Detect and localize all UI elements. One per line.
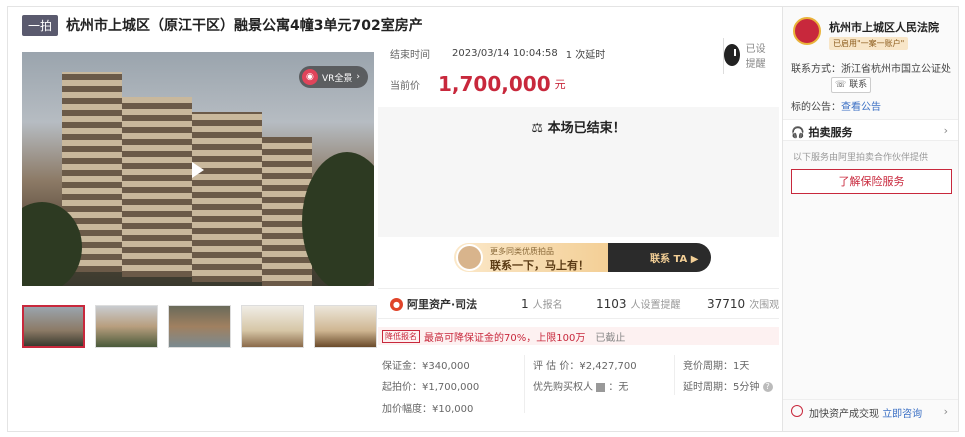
priority-label: 优先购买权人 bbox=[533, 382, 593, 393]
discount-tag: 降低报名 bbox=[382, 329, 420, 343]
chevron-right-icon: › bbox=[943, 405, 948, 418]
end-time-value: 2023/03/14 10:04:58 bbox=[452, 48, 558, 59]
contact-ta-label: 联系 TA bbox=[650, 254, 688, 265]
thumbnail-5[interactable] bbox=[314, 305, 377, 348]
contact-value: 浙江省杭州市国立公证处 bbox=[841, 64, 951, 75]
service-note: 以下服务由阿里拍卖合作伙伴提供 bbox=[793, 153, 929, 163]
thumbnail-strip bbox=[22, 305, 377, 348]
vr-button[interactable]: ◉ VR全景 › bbox=[298, 66, 368, 88]
remind-button[interactable]: 已设提醒 bbox=[724, 40, 774, 70]
remind-stat: 1103 人设置提醒 bbox=[596, 296, 681, 311]
alarm-clock-icon bbox=[724, 44, 740, 66]
contact-info: 联系方式：浙江省杭州市国立公证处 ☏ 联系 bbox=[791, 63, 955, 93]
contact-banner[interactable]: 更多同类优质拍品 联系一下，马上有！ 联系 TA ▶ bbox=[454, 243, 711, 272]
bid-increment: 加价幅度：¥10,000 bbox=[382, 404, 474, 415]
avatar bbox=[456, 244, 483, 271]
court-badge: 已启用"一案一账户" bbox=[829, 37, 909, 50]
view-stat: 37710 次围观 bbox=[707, 296, 779, 311]
end-time-row: 结束时间 2023/03/14 10:04:58 1 次延时 bbox=[390, 46, 605, 61]
consult-link[interactable]: 立即咨询 bbox=[882, 409, 922, 420]
banner-line1: 更多同类优质拍品 bbox=[490, 247, 554, 256]
gavel-icon: ⚖ bbox=[531, 121, 544, 136]
service-title-text: 拍卖服务 bbox=[808, 126, 853, 139]
notice-row: 标的公告：查看公告 bbox=[791, 98, 881, 113]
start-price: 起拍价：¥1,700,000 bbox=[382, 382, 480, 393]
auction-ended-panel: ⚖ 本场已结束！ bbox=[378, 107, 779, 237]
court-emblem-icon bbox=[793, 17, 821, 45]
price-row: 当前价 1,700,000 元 bbox=[390, 72, 566, 96]
bid-period: 竞价周期：1天 bbox=[683, 361, 750, 372]
signup-count: 1 bbox=[521, 297, 529, 311]
view-count: 37710 bbox=[707, 297, 746, 311]
remind-count: 1103 bbox=[596, 297, 627, 311]
end-time-label: 结束时间 bbox=[390, 50, 430, 61]
appraisal-price: 评 估 价：¥2,427,700 bbox=[533, 361, 637, 372]
view-notice-link[interactable]: 查看公告 bbox=[841, 102, 881, 113]
insurance-service-button[interactable]: 了解保险服务 bbox=[791, 169, 952, 194]
divider bbox=[378, 318, 779, 319]
ended-text: 本场已结束！ bbox=[547, 121, 626, 136]
notice-label: 标的公告： bbox=[791, 102, 841, 113]
price-unit: 元 bbox=[554, 78, 566, 91]
remind-label: 已设提醒 bbox=[745, 44, 766, 70]
contact-button-label: 联系 bbox=[849, 80, 868, 90]
title-row: 一拍 杭州市上城区（原江干区）融景公寓4幢3单元702室房产 bbox=[22, 14, 423, 36]
delay-count: 1 次延时 bbox=[565, 50, 606, 61]
thumbnail-3[interactable] bbox=[168, 305, 231, 348]
view-label: 次围观 bbox=[749, 300, 780, 311]
price-label: 当前价 bbox=[390, 80, 420, 92]
ended-message: ⚖ 本场已结束！ bbox=[378, 117, 779, 136]
discount-status: 已截止 bbox=[595, 332, 626, 344]
vr-icon: ◉ bbox=[301, 69, 318, 85]
service-title: 🎧 拍卖服务 bbox=[791, 126, 853, 139]
thumbnail-1[interactable] bbox=[22, 305, 85, 348]
divider bbox=[674, 355, 675, 395]
brand: ● 阿里资产·司法 bbox=[390, 296, 477, 312]
consult-row[interactable]: 加快资产成交现 立即咨询 › bbox=[783, 399, 958, 421]
consult-icon bbox=[791, 405, 803, 417]
building-shape bbox=[192, 112, 262, 282]
consult-label: 加快资产成交现 bbox=[809, 409, 879, 420]
contact-button[interactable]: ☏ 联系 bbox=[831, 77, 872, 93]
chevron-right-icon: › bbox=[943, 124, 948, 137]
signup-stat: 1 人报名 bbox=[521, 296, 563, 311]
court-panel: 杭州市上城区人民法院 已启用"一案一账户" 联系方式：浙江省杭州市国立公证处 ☏… bbox=[782, 7, 958, 431]
discount-text: 最高可降保证金的70%，上限100万 bbox=[424, 332, 586, 344]
building-shape bbox=[122, 97, 192, 277]
banner-line2: 联系一下，马上有！ bbox=[490, 259, 589, 272]
service-header[interactable]: 🎧 拍卖服务 › bbox=[783, 119, 958, 141]
divider bbox=[524, 355, 525, 413]
priority-value: ：无 bbox=[608, 382, 629, 393]
thumbnail-4[interactable] bbox=[241, 305, 304, 348]
contact-label: 联系方式： bbox=[791, 64, 841, 75]
help-icon[interactable]: ? bbox=[762, 382, 773, 392]
main-image[interactable]: ◉ VR全景 › bbox=[22, 52, 374, 286]
play-icon[interactable] bbox=[192, 162, 204, 178]
contact-ta-button[interactable]: 联系 TA ▶ bbox=[650, 250, 698, 265]
brand-logo-icon: ● bbox=[390, 297, 403, 311]
current-price: 1,700,000 bbox=[438, 72, 551, 96]
divider bbox=[378, 288, 779, 289]
deposit: 保证金：¥340,000 bbox=[382, 361, 470, 372]
priority-buyer: 优先购买权人 ：无 bbox=[533, 378, 628, 393]
signup-label: 人报名 bbox=[532, 300, 563, 311]
page-title: 杭州市上城区（原江干区）融景公寓4幢3单元702室房产 bbox=[66, 18, 423, 34]
discount-row: 降低报名 最高可降保证金的70%，上限100万 已截止 bbox=[378, 327, 779, 345]
consult-text: 加快资产成交现 立即咨询 bbox=[809, 405, 922, 420]
info-icon[interactable] bbox=[596, 382, 606, 392]
brand-name: 阿里资产·司法 bbox=[407, 298, 478, 311]
auction-round-tag: 一拍 bbox=[22, 14, 59, 36]
tree-shape bbox=[302, 152, 374, 286]
remind-stat-label: 人设置提醒 bbox=[630, 300, 681, 311]
thumbnail-2[interactable] bbox=[95, 305, 158, 348]
delay-period: 延时周期：5分钟 ? bbox=[683, 378, 773, 393]
chevron-right-icon: › bbox=[356, 72, 360, 82]
vr-label: VR全景 bbox=[321, 73, 353, 84]
court-name[interactable]: 杭州市上城区人民法院 bbox=[829, 19, 939, 35]
delay-period-text: 延时周期：5分钟 bbox=[683, 382, 760, 393]
